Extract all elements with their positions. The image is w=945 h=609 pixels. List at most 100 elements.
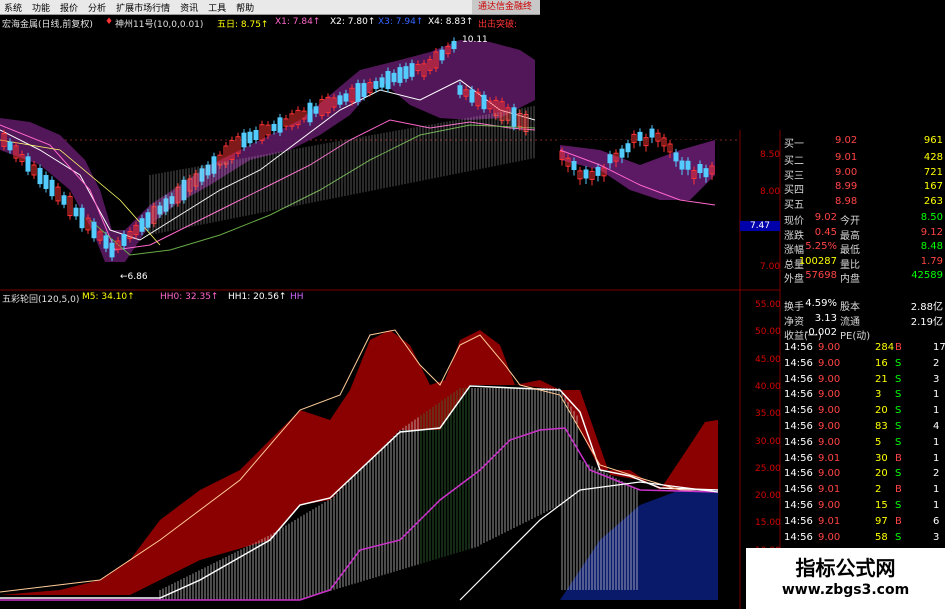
- kline-group: 10.11 ←6.86: [0, 35, 536, 282]
- stat-value: 2.88亿: [910, 302, 943, 313]
- tick-side: B: [895, 484, 902, 496]
- tick-side: S: [895, 357, 902, 369]
- high-price-label: 10.11: [462, 35, 488, 45]
- stat-value: 8.48: [920, 241, 943, 252]
- tick-price: 9.00: [818, 468, 841, 480]
- stat-label: 换手: [784, 302, 804, 313]
- indicator-axis-label: 55.00: [755, 300, 781, 310]
- tick-volume: 3: [875, 389, 882, 401]
- stat-label: 涨幅: [784, 245, 804, 256]
- price-axis-label: 8.00: [760, 187, 781, 197]
- tick-side: B: [895, 515, 902, 527]
- tick-side: S: [895, 373, 902, 385]
- tick-price: 9.00: [818, 342, 841, 353]
- tick-row: 14:56 9.00 20 S 1: [780, 405, 945, 418]
- tick-time: 14:56: [784, 421, 813, 432]
- tick-volume: 97: [875, 515, 888, 527]
- price-axis-label: 7.00: [760, 262, 781, 272]
- price-axis-label: 8.50: [760, 150, 781, 160]
- tick-row: 14:56 9.00 284 B 17: [780, 342, 945, 355]
- indicator-axis-label: 50.00: [755, 327, 781, 338]
- indicator-axis-label: 35.00: [755, 409, 781, 420]
- tick-side: S: [895, 436, 902, 448]
- indicator-axis-label: 30.00: [755, 436, 781, 447]
- tick-volume: 16: [875, 357, 888, 369]
- tick-volume: 83: [875, 421, 888, 432]
- stat-row: 涨幅 5.25% 最低 8.48: [780, 241, 945, 256]
- stat-row: 净资 3.13 流通 2.19亿: [780, 312, 945, 328]
- bid-price: 9.02: [835, 135, 858, 146]
- tick-count: 2: [933, 468, 940, 480]
- stat-row: 现价 9.02 今开 8.50: [780, 212, 945, 227]
- tick-side: S: [895, 531, 902, 543]
- indicator-axis-label: 25.00: [755, 463, 781, 474]
- tick-row: 14:56 9.01 30 B 1: [780, 453, 945, 466]
- bid-volume: 167: [923, 181, 943, 192]
- indicator-axis-label: 45.00: [755, 354, 781, 365]
- bid-volume: 961: [923, 135, 943, 146]
- stat-value: 100287: [798, 255, 837, 267]
- bid-label: 买一: [784, 139, 804, 150]
- tick-count: 4: [933, 421, 940, 432]
- stat-value: 57698: [805, 270, 837, 281]
- stat-value: 0.45: [814, 226, 837, 238]
- tick-time: 14:56: [784, 436, 813, 448]
- tick-time: 14:56: [784, 357, 813, 369]
- tick-count: 1: [933, 389, 940, 401]
- tick-price: 9.00: [818, 436, 841, 448]
- tick-count: 3: [933, 373, 940, 385]
- stat-label: 现价: [784, 216, 804, 227]
- tick-price: 9.00: [818, 500, 841, 511]
- tick-time: 14:56: [784, 389, 813, 401]
- bid-price: 8.99: [835, 181, 858, 192]
- bid-price: 9.01: [835, 152, 858, 163]
- tick-row: 14:56 9.00 83 S 4: [780, 421, 945, 434]
- stat-row: 总量 100287 量比 1.79: [780, 255, 945, 271]
- tick-time: 14:56: [784, 452, 813, 464]
- tick-side: S: [895, 421, 902, 432]
- tick-price: 9.00: [818, 405, 841, 417]
- tick-row: 14:56 9.00 20 S 2: [780, 468, 945, 481]
- tick-time: 14:56: [784, 531, 813, 543]
- tick-row: 14:56 9.00 5 S 1: [780, 437, 945, 450]
- tick-count: 6: [933, 515, 940, 527]
- stat-row: 收益(一) -0.002 PE(动): [780, 327, 945, 342]
- stat-label: 今开: [840, 216, 860, 227]
- tick-row: 14:56 9.00 3 S 1: [780, 389, 945, 402]
- stat-label: 净资: [784, 316, 804, 328]
- bid-volume: 428: [923, 152, 943, 163]
- tick-count: 3: [933, 531, 940, 543]
- tick-side: B: [895, 452, 902, 464]
- tick-row: 14:56 9.01 97 B 6: [780, 516, 945, 529]
- tick-row: 14:56 9.00 58 S 3: [780, 532, 945, 545]
- tick-price: 9.00: [818, 357, 841, 369]
- tick-price: 9.00: [818, 421, 841, 432]
- stat-row: 涨跌 0.45 最高 9.12: [780, 226, 945, 242]
- stat-value: 9.12: [920, 226, 943, 238]
- bid-label: 买三: [784, 170, 804, 182]
- tick-time: 14:56: [784, 405, 813, 417]
- bid-row: 买五 8.98 263: [780, 196, 945, 211]
- price-axis-current: 7.47: [740, 221, 780, 231]
- stat-value: -0.002: [804, 327, 837, 338]
- tick-time: 14:56: [784, 484, 813, 496]
- tick-volume: 15: [875, 500, 888, 511]
- tick-row: 14:56 9.00 16 S 2: [780, 358, 945, 371]
- tick-price: 9.00: [818, 373, 841, 385]
- stat-label: 量比: [840, 259, 860, 271]
- stat-label: 内盘: [840, 274, 860, 285]
- tick-volume: 284: [875, 342, 895, 353]
- bid-row: 买二 9.01 428: [780, 152, 945, 167]
- stat-value: 9.02: [814, 212, 837, 223]
- stat-label: 外盘: [784, 274, 804, 285]
- stat-label: PE(动): [840, 331, 871, 342]
- stat-label: 流通: [840, 316, 860, 328]
- tick-row: 14:56 9.01 2 B 1: [780, 484, 945, 497]
- stat-value: 4.59%: [805, 298, 837, 309]
- stat-label: 涨跌: [784, 230, 804, 242]
- stat-value: 3.13: [814, 312, 837, 324]
- tick-side: S: [895, 405, 902, 417]
- tick-volume: 20: [875, 405, 888, 417]
- indicator-axis-label: 20.00: [755, 491, 781, 502]
- stat-label: 股本: [840, 302, 860, 313]
